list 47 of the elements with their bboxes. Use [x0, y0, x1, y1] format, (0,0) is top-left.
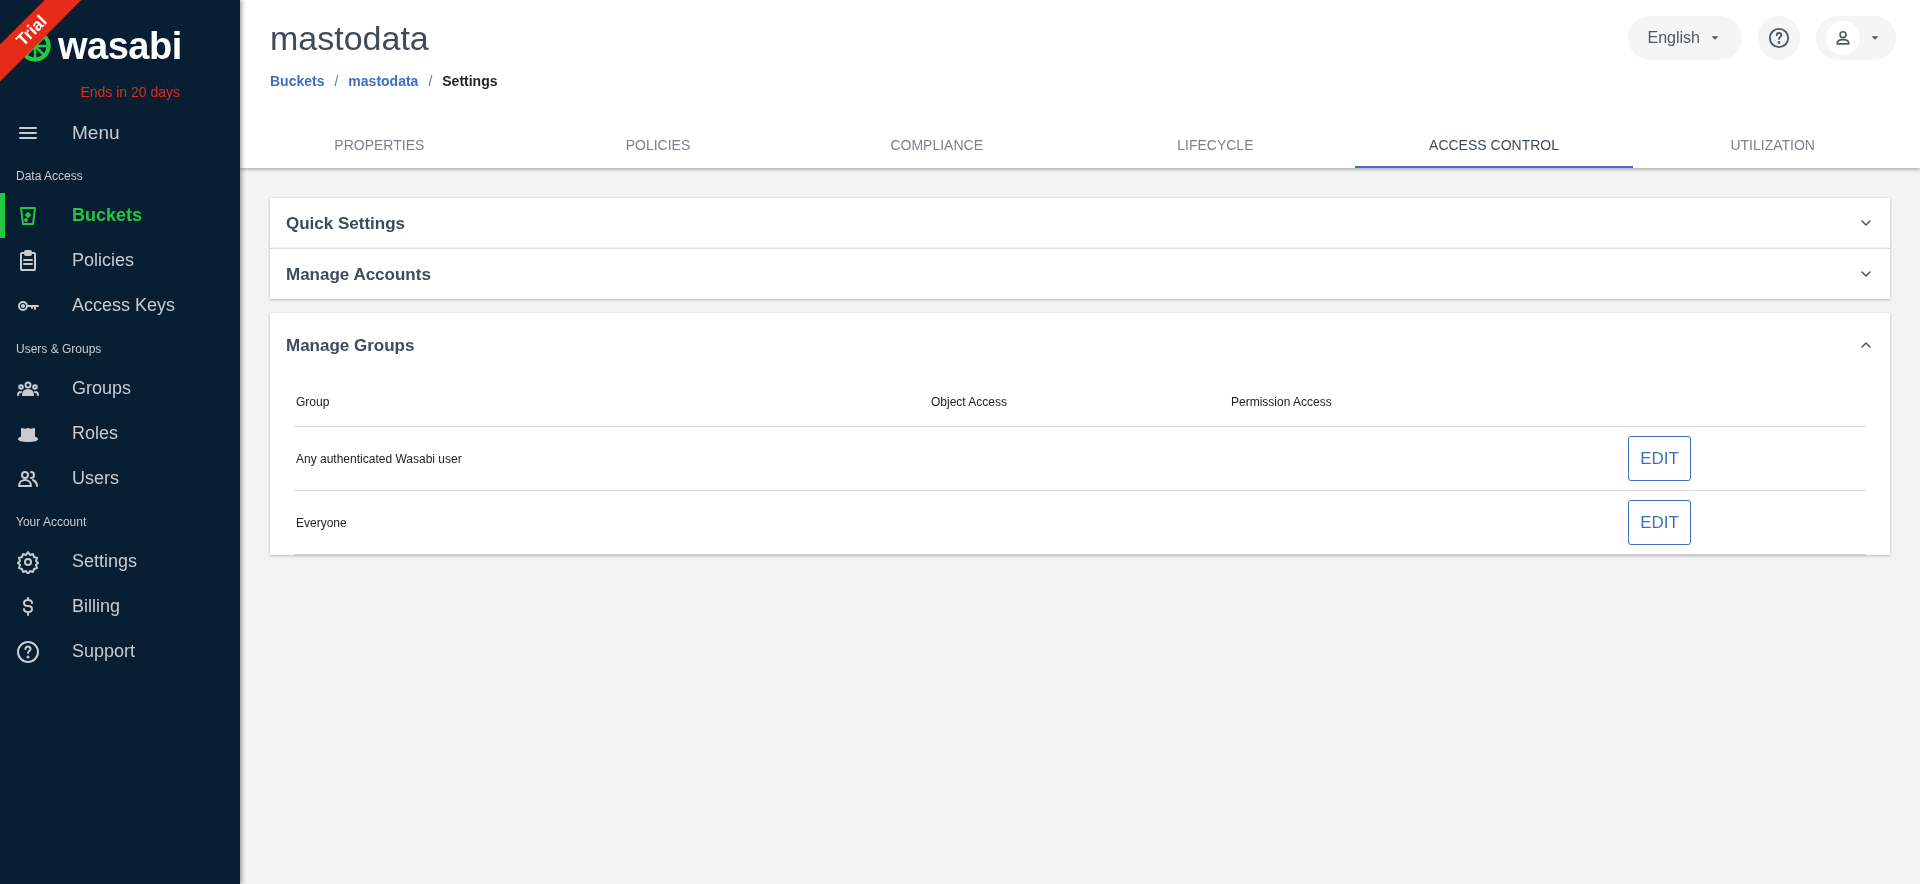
panel-header[interactable]: Manage Groups — [270, 313, 1890, 378]
edit-button[interactable]: EDIT — [1628, 436, 1691, 482]
column-header: Group — [296, 393, 331, 411]
tab[interactable]: UTILIZATION — [1633, 126, 1913, 169]
sidebar-item[interactable]: Groups — [0, 366, 240, 411]
section-heading: Data Access — [15, 168, 84, 185]
tab[interactable]: PROPERTIES — [240, 126, 519, 169]
help-icon — [1768, 27, 1790, 49]
breadcrumb-separator: / — [428, 72, 433, 92]
help-button[interactable] — [1758, 16, 1800, 60]
sidebar-item[interactable]: Roles — [0, 411, 240, 456]
panel-title: Quick Settings — [286, 212, 406, 235]
trial-note: Ends in 20 days — [79, 83, 181, 102]
section-heading: Users & Groups — [15, 341, 103, 358]
sidebar-item[interactable]: Users — [0, 456, 240, 501]
panel-header[interactable]: Manage Accounts — [270, 249, 1890, 300]
sidebar-item[interactable]: Support — [0, 629, 240, 674]
tab[interactable]: LIFECYCLE — [1076, 126, 1355, 169]
edit-button[interactable]: EDIT — [1628, 500, 1691, 546]
user-icon — [1833, 28, 1853, 48]
column-header: Permission Access — [1231, 393, 1333, 411]
sidebar-item[interactable]: Policies — [0, 238, 240, 283]
menu-toggle[interactable]: Menu — [0, 111, 240, 155]
breadcrumb-link[interactable]: mastodata — [348, 71, 419, 93]
breadcrumb-link[interactable]: Buckets — [270, 71, 325, 93]
tab[interactable]: ACCESS CONTROL — [1354, 126, 1634, 169]
page-title: mastodata — [269, 18, 430, 58]
help-icon — [16, 639, 40, 664]
section-heading: Your Account — [15, 514, 88, 531]
gear-icon — [16, 549, 40, 574]
sidebar-item[interactable]: Billing — [0, 584, 240, 629]
breadcrumb-separator: / — [334, 72, 339, 92]
sidebar-item[interactable]: Access Keys — [0, 283, 240, 328]
tab[interactable]: COMPLIANCE — [797, 126, 1076, 169]
column-header: Object Access — [931, 393, 1009, 411]
panel-title: Manage Accounts — [286, 263, 431, 286]
tab[interactable]: POLICIES — [518, 126, 798, 169]
panel-header[interactable]: Quick Settings — [270, 198, 1890, 249]
logo-wordmark: wasabi — [58, 27, 182, 65]
sidebar-item[interactable]: Settings — [0, 539, 240, 584]
group-name: Any authenticated Wasabi user — [296, 450, 463, 468]
breadcrumb-current: Settings — [442, 72, 498, 92]
language-dropdown[interactable]: English — [1627, 16, 1742, 60]
account-menu-button[interactable] — [1816, 16, 1896, 60]
panel-title: Manage Groups — [286, 334, 415, 357]
group-name: Everyone — [296, 514, 348, 532]
sidebar-item[interactable]: Buckets — [0, 193, 240, 238]
